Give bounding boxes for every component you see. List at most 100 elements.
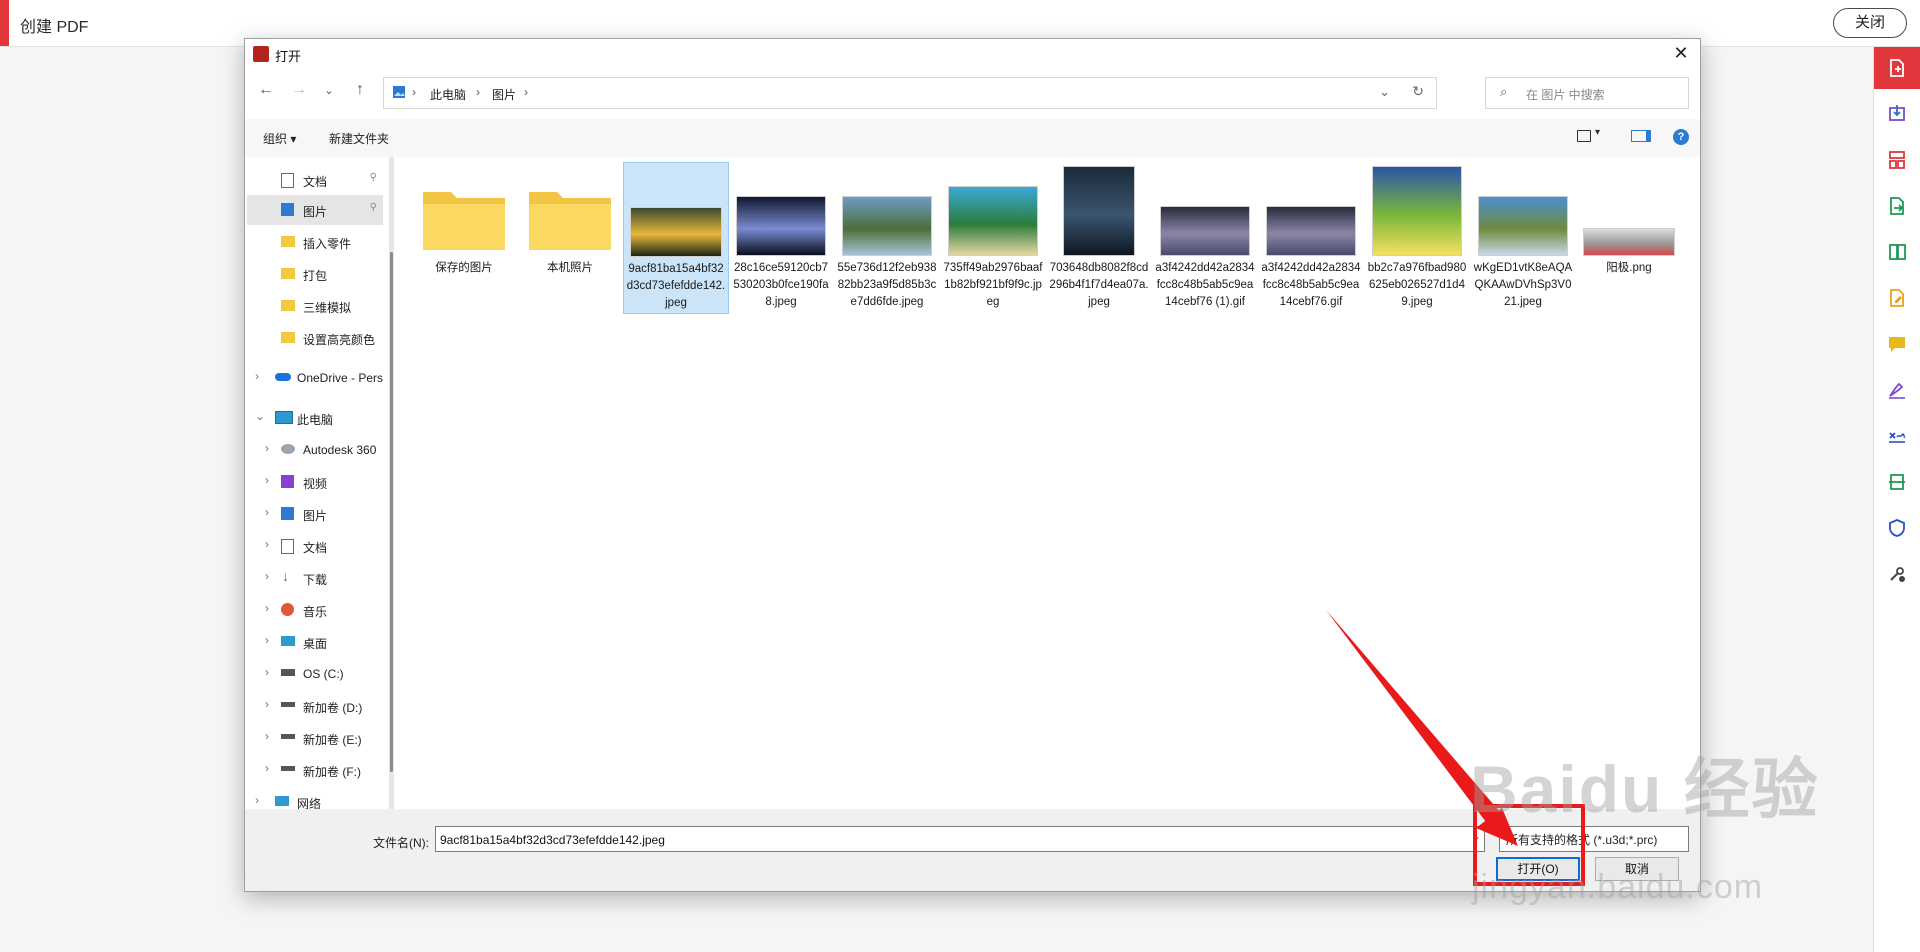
comment-tool-icon[interactable] [1874,323,1920,365]
sidebar-item-folder[interactable]: 设置高亮颜色 [247,323,383,353]
sidebar-item-videos[interactable]: › 视频 [247,467,383,497]
acrobat-icon [253,46,269,62]
breadcrumb-this-pc[interactable]: 此电脑 [430,86,466,103]
forward-arrow-icon[interactable]: → [288,81,310,99]
back-arrow-icon[interactable]: ← [255,81,277,99]
export-tool-icon[interactable] [1874,185,1920,227]
sidebar-item-autodesk[interactable]: › Autodesk 360 [247,435,383,465]
protect-tool-icon[interactable] [1874,507,1920,549]
preview-pane-icon[interactable] [1631,130,1651,142]
image-file-item[interactable]: 9acf81ba15a4bf32d3cd73efefdde142.jpeg [623,162,729,314]
scan-tool-icon[interactable] [1874,461,1920,503]
image-file-item[interactable]: 735ff49ab2976baaf1b82bf921bf9f9c.jpeg [941,162,1045,312]
watermark-brand: Baidu 经验 [1470,752,1820,826]
file-name: 保存的图片 [435,262,493,274]
expand-chevron-icon[interactable]: › [265,665,269,679]
folder-icon [529,192,611,250]
help-icon[interactable]: ? [1673,129,1689,145]
breadcrumb-pictures[interactable]: 图片 [492,86,516,103]
dialog-close-icon[interactable]: ✕ [1668,42,1694,66]
file-name: 阳极.png [1606,262,1652,274]
folder-item[interactable]: 本机照片 [518,162,622,312]
image-file-item[interactable]: bb2c7a976fbad980625eb026527d1d49.jpeg [1365,162,1469,312]
view-dropdown-icon[interactable]: ▾ [1595,127,1600,138]
refresh-icon[interactable]: ↻ [1412,83,1424,100]
image-thumbnail [1063,166,1135,256]
filename-input[interactable]: 9acf81ba15a4bf32d3cd73efefdde142.jpeg [435,826,1485,852]
sidebar-item-folder[interactable]: 打包 [247,259,383,289]
sidebar-item-drive-d[interactable]: › 新加卷 (D:) [247,691,383,721]
expand-chevron-icon[interactable]: › [265,729,269,743]
image-file-item[interactable]: 28c16ce59120cb7530203b0fce190fa8.jpeg [729,162,833,312]
sidebar-item-folder[interactable]: 插入零件 [247,227,383,257]
sidebar-item-label: 文档 [303,541,328,555]
sidebar-item-downloads[interactable]: › ↓ 下载 [247,563,383,593]
organize-pages-tool-icon[interactable] [1874,139,1920,181]
expand-chevron-icon[interactable]: › [255,369,259,383]
sidebar-item-drive-f[interactable]: › 新加卷 (F:) [247,755,383,785]
app-title: 创建 PDF [20,19,89,36]
sidebar-item-drive-c[interactable]: › OS (C:) [247,659,383,689]
expand-chevron-icon[interactable]: › [265,537,269,551]
expand-chevron-icon[interactable]: › [265,473,269,487]
image-file-item[interactable]: a3f4242dd42a2834fcc8c48b5ab5c9ea14cebf76… [1259,162,1363,312]
sidebar-item-folder[interactable]: 三维模拟 [247,291,383,321]
navigation-pane: 文档 ⚲ 图片 ⚲ 插入零件 打包 三维模拟 设置高亮颜色 › OneDrive… [245,157,385,811]
address-bar[interactable]: › 此电脑 › 图片 › ⌄ ↻ [383,77,1437,109]
search-placeholder: 在 图片 中搜索 [1526,88,1605,102]
network-icon [275,796,289,806]
file-name: 703648db8082f8cd296b4f1f7d4ea07a.jpeg [1049,262,1149,308]
collapse-chevron-icon[interactable]: ⌄ [255,409,265,423]
organize-menu[interactable]: 组织 ▾ [263,130,296,147]
sidebar-item-this-pc[interactable]: ⌄ 此电脑 [247,403,383,433]
music-icon [281,603,294,616]
sidebar-item-desktop[interactable]: › 桌面 [247,627,383,657]
expand-chevron-icon[interactable]: › [255,793,259,807]
scrollbar-thumb[interactable] [390,252,393,772]
sidebar-item-music[interactable]: › 音乐 [247,595,383,625]
sidebar-item-pictures[interactable]: › 图片 [247,499,383,529]
search-box[interactable]: ⌕ 在 图片 中搜索 [1485,77,1689,109]
recent-locations-chevron-icon[interactable]: ⌄ [318,84,340,97]
breadcrumb-separator-icon: › [412,85,416,99]
close-app-button[interactable]: 关闭 [1833,8,1907,38]
edit-pdf-tool-icon[interactable] [1874,277,1920,319]
expand-chevron-icon[interactable]: › [265,601,269,615]
image-thumbnail [736,196,826,256]
sidebar-item-documents[interactable]: › 文档 [247,531,383,561]
new-folder-button[interactable]: 新建文件夹 [329,130,389,147]
image-file-item[interactable]: 703648db8082f8cd296b4f1f7d4ea07a.jpeg [1047,162,1151,312]
sidebar-item-pictures-pinned[interactable]: 图片 ⚲ [247,195,383,225]
fill-sign-tool-icon[interactable] [1874,369,1920,411]
up-arrow-icon[interactable]: ↑ [349,81,371,99]
create-pdf-tool-icon[interactable] [1874,47,1920,89]
image-file-item[interactable]: 55e736d12f2eb93882bb23a9f5d85b3ce7dd6fde… [835,162,939,312]
image-thumbnail [1583,228,1675,256]
download-icon: ↓ [282,568,289,584]
address-dropdown-icon[interactable]: ⌄ [1379,84,1390,100]
folder-icon [423,192,505,250]
pin-icon: ⚲ [369,202,377,213]
navigation-scrollbar[interactable] [389,157,394,809]
expand-chevron-icon[interactable]: › [265,697,269,711]
expand-chevron-icon[interactable]: › [265,505,269,519]
image-file-item[interactable]: 阳极.png [1577,162,1681,312]
sidebar-item-label: 图片 [303,509,328,523]
more-tools-icon[interactable] [1874,553,1920,595]
expand-chevron-icon[interactable]: › [265,441,269,455]
sidebar-item-documents-pinned[interactable]: 文档 ⚲ [247,165,383,195]
compare-tool-icon[interactable] [1874,231,1920,273]
export-pdf-tool-icon[interactable] [1874,93,1920,135]
onedrive-icon [275,373,291,381]
view-mode-icon[interactable] [1577,130,1591,142]
folder-item[interactable]: 保存的图片 [412,162,516,312]
image-file-item[interactable]: a3f4242dd42a2834fcc8c48b5ab5c9ea14cebf76… [1153,162,1257,312]
expand-chevron-icon[interactable]: › [265,633,269,647]
expand-chevron-icon[interactable]: › [265,569,269,583]
sidebar-item-label: OneDrive - Pers [297,371,384,385]
signature-tool-icon[interactable] [1874,415,1920,457]
sidebar-item-drive-e[interactable]: › 新加卷 (E:) [247,723,383,753]
image-file-item[interactable]: wKgED1vtK8eAQAQKAAwDVhSp3V021.jpeg [1471,162,1575,312]
sidebar-item-onedrive[interactable]: › OneDrive - Pers [247,363,383,393]
expand-chevron-icon[interactable]: › [265,761,269,775]
